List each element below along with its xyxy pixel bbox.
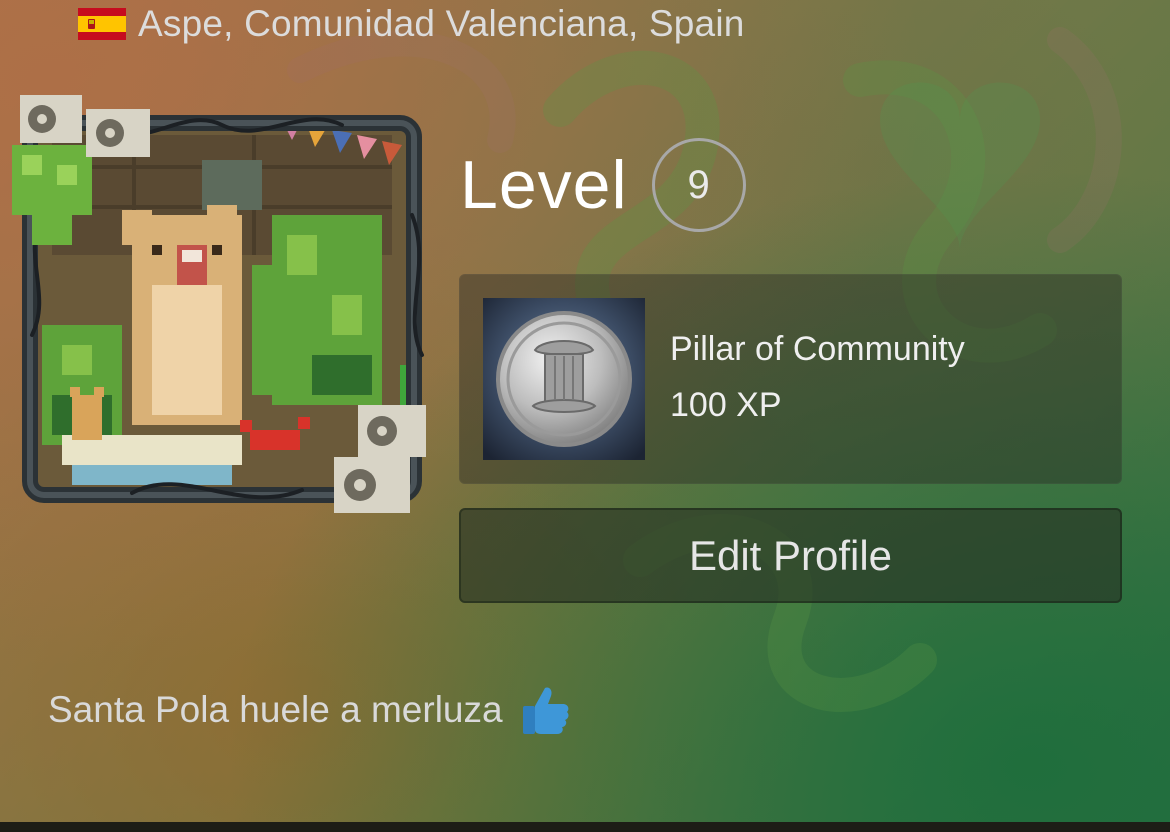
avatar[interactable] [12,95,432,515]
edit-profile-button[interactable]: Edit Profile [459,508,1122,603]
location-text: Aspe, Comunidad Valenciana, Spain [138,3,745,44]
level-value: 9 [687,162,710,207]
spain-flag-icon [78,8,126,40]
level-badge[interactable]: 9 [651,138,746,232]
thumbs-up-icon [522,687,569,734]
badge-name: Pillar of Community [670,330,965,368]
level-display: Level 9 [460,135,746,235]
location: Aspe, Comunidad Valenciana, Spain [78,2,745,46]
featured-badge-card[interactable]: Pillar of Community 100 XP [459,274,1122,484]
pillar-coin-icon [483,298,645,460]
summary-text: Santa Pola huele a merluza [48,689,503,730]
level-label: Level [460,147,628,223]
badge-xp: 100 XP [670,386,782,424]
profile-summary: Santa Pola huele a merluza [48,680,573,740]
bottom-divider [0,822,1170,832]
